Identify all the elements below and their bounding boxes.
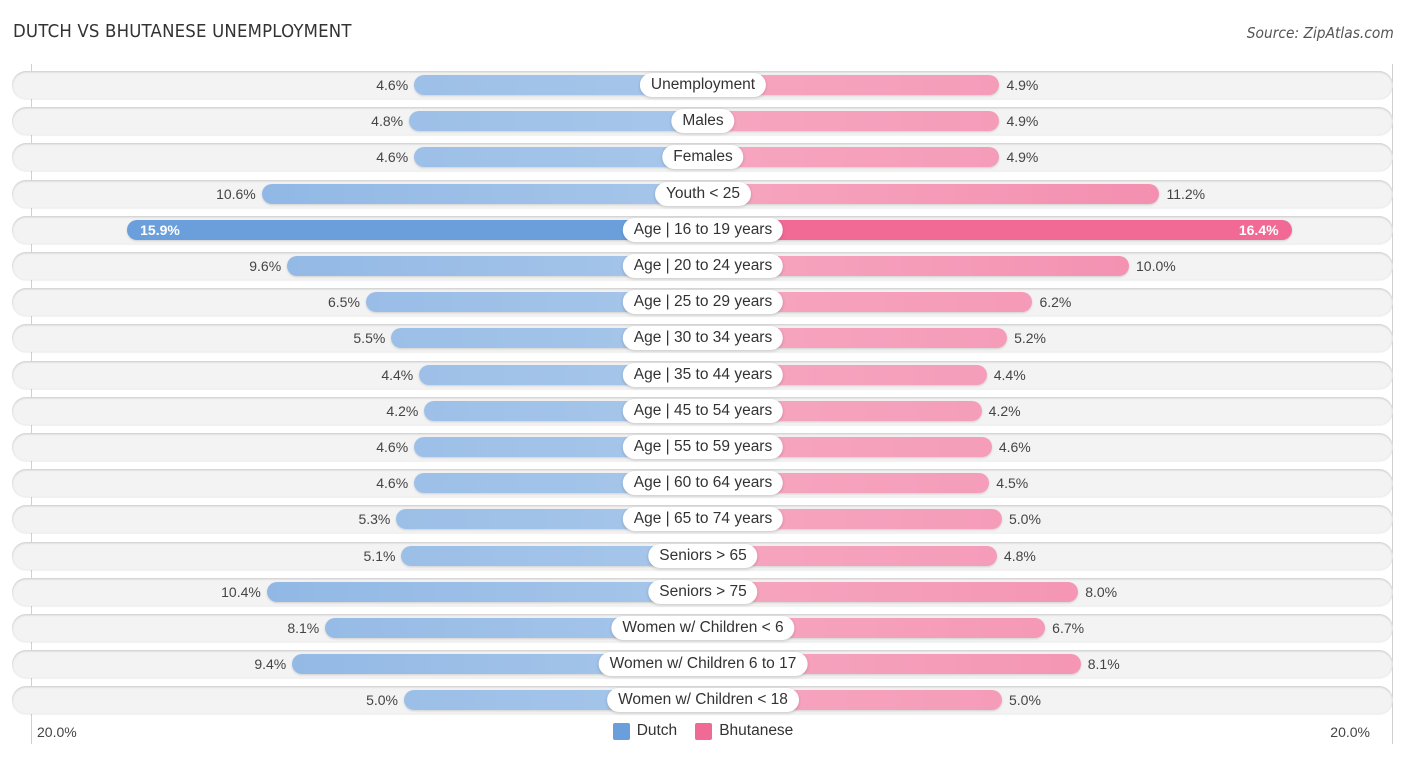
category-label: Seniors > 75 <box>648 579 758 604</box>
axis-line-right <box>1392 64 1393 744</box>
value-label-dutch: 15.9% <box>140 221 180 238</box>
value-label-dutch: 5.3% <box>358 511 391 528</box>
value-label-bhutanese: 4.4% <box>993 366 1026 383</box>
category-label: Unemployment <box>639 73 767 97</box>
bar-dutch[interactable] <box>127 219 703 240</box>
category-label: Females <box>662 145 744 170</box>
category-label: Youth < 25 <box>655 181 751 206</box>
legend-swatch-bhutanese <box>695 722 713 740</box>
value-label-bhutanese: 10.0% <box>1136 258 1176 274</box>
value-label-bhutanese: 5.0% <box>1009 692 1041 709</box>
value-label-bhutanese: 4.2% <box>988 402 1021 419</box>
category-label: Women w/ Children < 18 <box>607 688 799 713</box>
category-label: Males <box>671 109 735 134</box>
value-label-bhutanese: 8.0% <box>1085 583 1118 600</box>
bar-bhutanese[interactable] <box>703 111 1000 132</box>
value-label-bhutanese: 8.1% <box>1087 656 1120 673</box>
category-label: Age | 55 to 59 years <box>622 435 784 459</box>
value-label-bhutanese: 4.8% <box>1003 547 1036 564</box>
value-label-dutch: 4.6% <box>376 77 409 93</box>
value-label-dutch: 4.4% <box>381 366 414 383</box>
legend-item-dutch[interactable]: Dutch <box>612 722 678 740</box>
value-label-dutch: 9.4% <box>254 656 287 673</box>
value-label-bhutanese: 4.9% <box>1006 77 1039 93</box>
value-label-dutch: 4.8% <box>371 113 404 130</box>
bar-bhutanese[interactable] <box>703 183 1160 204</box>
value-label-bhutanese: 4.5% <box>996 475 1029 492</box>
category-label: Women w/ Children 6 to 17 <box>598 652 808 677</box>
bar-dutch[interactable] <box>414 147 703 168</box>
value-label-dutch: 5.0% <box>366 692 398 709</box>
category-label: Age | 65 to 74 years <box>622 507 784 532</box>
value-label-dutch: 4.2% <box>386 402 419 419</box>
chart-title: DUTCH VS BHUTANESE UNEMPLOYMENT <box>13 21 352 42</box>
category-label: Age | 35 to 44 years <box>622 362 784 387</box>
bar-dutch[interactable] <box>261 183 703 204</box>
source-label: Source: ZipAtlas.com <box>1247 24 1394 42</box>
bar-bhutanese[interactable] <box>703 581 1079 602</box>
value-label-bhutanese: 4.9% <box>1006 149 1039 166</box>
bar-bhutanese[interactable] <box>703 219 1292 240</box>
category-label: Age | 45 to 54 years <box>622 398 784 423</box>
legend-label-bhutanese: Bhutanese <box>719 722 794 739</box>
legend-swatch-dutch <box>612 722 630 740</box>
value-label-dutch: 8.1% <box>287 620 320 636</box>
value-label-dutch: 4.6% <box>376 475 409 492</box>
value-label-bhutanese: 6.2% <box>1039 294 1072 311</box>
value-label-bhutanese: 6.7% <box>1052 620 1085 636</box>
value-label-bhutanese: 5.0% <box>1009 511 1041 528</box>
value-label-dutch: 10.6% <box>216 185 256 202</box>
value-label-dutch: 5.1% <box>363 547 396 564</box>
legend: Dutch Bhutanese <box>0 722 1406 740</box>
legend-item-bhutanese[interactable]: Bhutanese <box>695 722 793 740</box>
value-label-dutch: 5.5% <box>353 330 386 347</box>
value-label-bhutanese: 5.2% <box>1014 330 1046 347</box>
category-label: Age | 25 to 29 years <box>622 290 784 315</box>
bar-bhutanese[interactable] <box>703 147 1000 168</box>
value-label-dutch: 10.4% <box>221 583 261 600</box>
category-label: Age | 60 to 64 years <box>622 471 784 496</box>
category-label: Women w/ Children < 6 <box>611 616 795 640</box>
value-label-bhutanese: 4.9% <box>1006 113 1039 130</box>
value-label-dutch: 4.6% <box>376 149 409 166</box>
category-label: Age | 30 to 34 years <box>622 326 784 351</box>
category-label: Age | 16 to 19 years <box>622 217 784 242</box>
bar-dutch[interactable] <box>409 111 703 132</box>
value-label-bhutanese: 11.2% <box>1166 185 1206 202</box>
value-label-bhutanese: 4.6% <box>998 439 1031 455</box>
legend-label-dutch: Dutch <box>636 722 678 739</box>
value-label-dutch: 9.6% <box>249 258 282 274</box>
category-label: Age | 20 to 24 years <box>622 254 784 278</box>
value-label-bhutanese: 16.4% <box>1238 221 1279 238</box>
category-label: Seniors > 65 <box>648 543 758 568</box>
bar-dutch[interactable] <box>266 581 703 602</box>
value-label-dutch: 4.6% <box>376 439 409 455</box>
value-label-dutch: 6.5% <box>327 294 360 311</box>
